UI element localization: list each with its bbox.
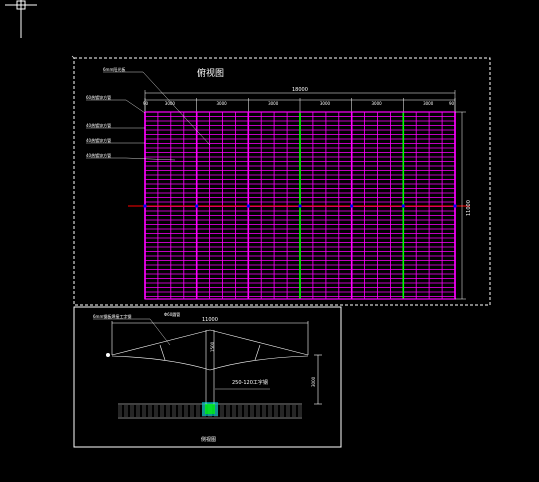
cad-drawing: 俯视图 18000 90 90 3000 3000 3000 3000 3000 3000…	[5, 0, 491, 448]
axis-node	[246, 204, 250, 208]
beam-label: 6mm钢板焊接工字钢	[93, 313, 131, 319]
top-view-frame	[73, 57, 491, 306]
total-height-label: 3000	[311, 376, 316, 387]
member-label: 6mm阳光板	[103, 66, 125, 72]
axis-node	[298, 204, 302, 208]
axis-node	[143, 204, 147, 208]
span-label: 3000	[423, 101, 434, 106]
leader-line	[142, 71, 211, 146]
left-anchor-icon	[106, 353, 110, 357]
side-top-width-label: 11000	[202, 317, 218, 323]
axis-node	[195, 204, 199, 208]
member-label: 40热镀锌方管	[86, 152, 111, 158]
top-view-title: 俯视图	[197, 67, 224, 79]
axis-node	[350, 204, 354, 208]
post-label: 250-120工字钢	[232, 379, 268, 386]
total-width-label: 18000	[292, 87, 308, 93]
edge-right-label: 90	[449, 101, 455, 106]
member-label: 40热镀锌方管	[86, 122, 111, 128]
edge-left-label: 90	[143, 101, 149, 106]
member-label: 40热镀锌方管	[86, 137, 111, 143]
footing-block	[202, 402, 218, 416]
span-label: 3000	[217, 101, 228, 106]
leader-line	[125, 157, 176, 161]
span-label: 3000	[268, 101, 279, 106]
span-label: 3000	[372, 101, 383, 106]
axis-node	[453, 204, 457, 208]
member-label: 60热镀锌方管	[86, 94, 111, 100]
crosshair-cursor-icon	[5, 0, 37, 38]
span-label: 3000	[320, 101, 331, 106]
height-dim-label: 11000	[466, 200, 472, 216]
post-height-label: 1500	[210, 341, 215, 352]
axis-node	[401, 204, 405, 208]
side-view-title: 侧视图	[201, 436, 216, 443]
pipe-label: Φ60圆管	[164, 311, 180, 317]
side-view-frame	[73, 306, 342, 448]
